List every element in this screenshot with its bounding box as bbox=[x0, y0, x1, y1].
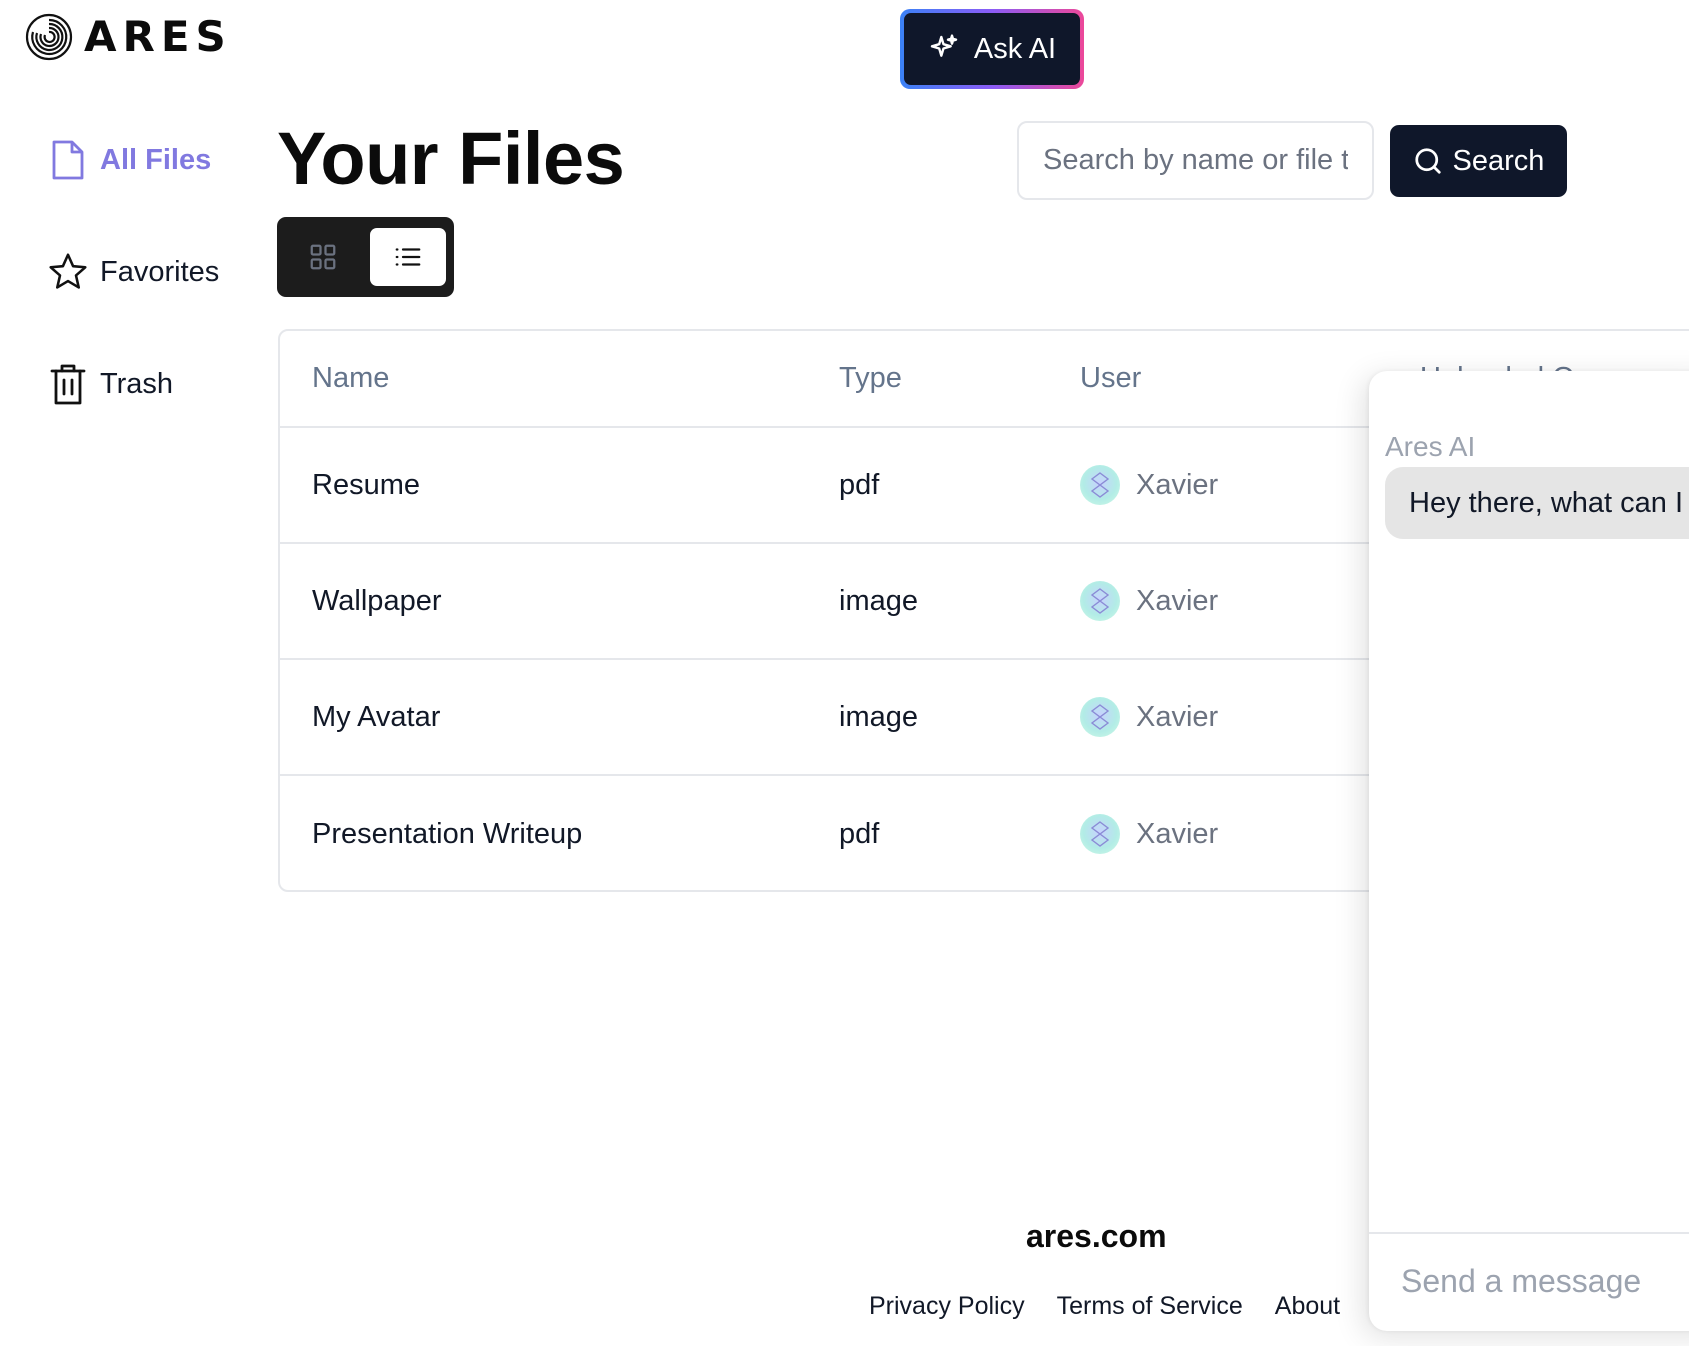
grid-icon bbox=[310, 244, 336, 270]
column-header-type[interactable]: Type bbox=[839, 362, 1080, 395]
user-name: Xavier bbox=[1136, 700, 1219, 733]
avatar-image-icon bbox=[1091, 588, 1109, 614]
sparkles-icon bbox=[930, 34, 958, 57]
user-name: Xavier bbox=[1136, 468, 1219, 501]
footer-link-privacy[interactable]: Privacy Policy bbox=[869, 1292, 1025, 1321]
avatar bbox=[1080, 465, 1120, 505]
footer-link-terms[interactable]: Terms of Service bbox=[1057, 1292, 1243, 1321]
page-title: Your Files bbox=[277, 117, 625, 200]
footer-brand: ares.com bbox=[1026, 1218, 1167, 1254]
chat-message-bubble: Hey there, what can I a bbox=[1385, 467, 1689, 539]
file-type: image bbox=[839, 584, 918, 617]
search-input[interactable] bbox=[1017, 121, 1374, 200]
user-name: Xavier bbox=[1136, 584, 1219, 617]
star-icon bbox=[49, 253, 87, 289]
footer-link-about[interactable]: About bbox=[1275, 1292, 1340, 1321]
trash-icon bbox=[50, 364, 86, 405]
file-type: pdf bbox=[839, 817, 880, 850]
search-icon bbox=[1414, 148, 1441, 174]
avatar bbox=[1080, 697, 1120, 737]
avatar-image-icon bbox=[1091, 821, 1109, 847]
file-icon bbox=[52, 140, 84, 180]
app-root: ARES Ask AI All Files Favorites Trash Yo… bbox=[0, 0, 1689, 1346]
file-name: Wallpaper bbox=[312, 584, 442, 617]
avatar-image-icon bbox=[1091, 704, 1109, 730]
list-icon bbox=[395, 248, 421, 266]
view-toggle bbox=[277, 217, 454, 297]
sidebar-item-label: Favorites bbox=[100, 255, 220, 288]
brand-name: ARES bbox=[84, 12, 232, 61]
user-name: Xavier bbox=[1136, 817, 1219, 850]
chat-sender-name: Ares AI bbox=[1385, 431, 1476, 462]
chat-message-input[interactable] bbox=[1385, 1251, 1689, 1311]
sidebar-item-favorites[interactable]: Favorites bbox=[48, 242, 219, 302]
fingerprint-logo-icon bbox=[25, 13, 73, 61]
ask-ai-button-border: Ask AI bbox=[900, 9, 1084, 89]
ask-ai-label: Ask AI bbox=[973, 32, 1057, 65]
sidebar-item-label: All Files bbox=[100, 143, 212, 176]
chat-divider bbox=[1369, 1232, 1689, 1234]
file-name: My Avatar bbox=[312, 700, 441, 733]
avatar bbox=[1080, 581, 1120, 621]
footer-links: Privacy Policy Terms of Service About bbox=[869, 1292, 1340, 1321]
sidebar-item-trash[interactable]: Trash bbox=[48, 354, 219, 414]
sidebar-item-label: Trash bbox=[100, 367, 174, 400]
list-view-button[interactable] bbox=[369, 228, 446, 286]
file-name: Resume bbox=[312, 468, 420, 501]
ai-chat-panel: Ares AI Hey there, what can I a bbox=[1369, 371, 1689, 1331]
avatar-image-icon bbox=[1091, 472, 1109, 498]
file-name: Presentation Writeup bbox=[312, 817, 583, 850]
file-type: pdf bbox=[839, 468, 880, 501]
sidebar: All Files Favorites Trash bbox=[48, 130, 219, 466]
search-button-label: Search bbox=[1452, 144, 1545, 177]
file-type: image bbox=[839, 700, 918, 733]
brand-logo[interactable]: ARES bbox=[24, 12, 232, 62]
column-header-name[interactable]: Name bbox=[280, 362, 839, 395]
sidebar-item-all-files[interactable]: All Files bbox=[48, 130, 219, 190]
grid-view-button[interactable] bbox=[285, 228, 362, 286]
avatar bbox=[1080, 814, 1120, 854]
ask-ai-button[interactable]: Ask AI bbox=[904, 13, 1080, 85]
search-button[interactable]: Search bbox=[1390, 125, 1567, 197]
